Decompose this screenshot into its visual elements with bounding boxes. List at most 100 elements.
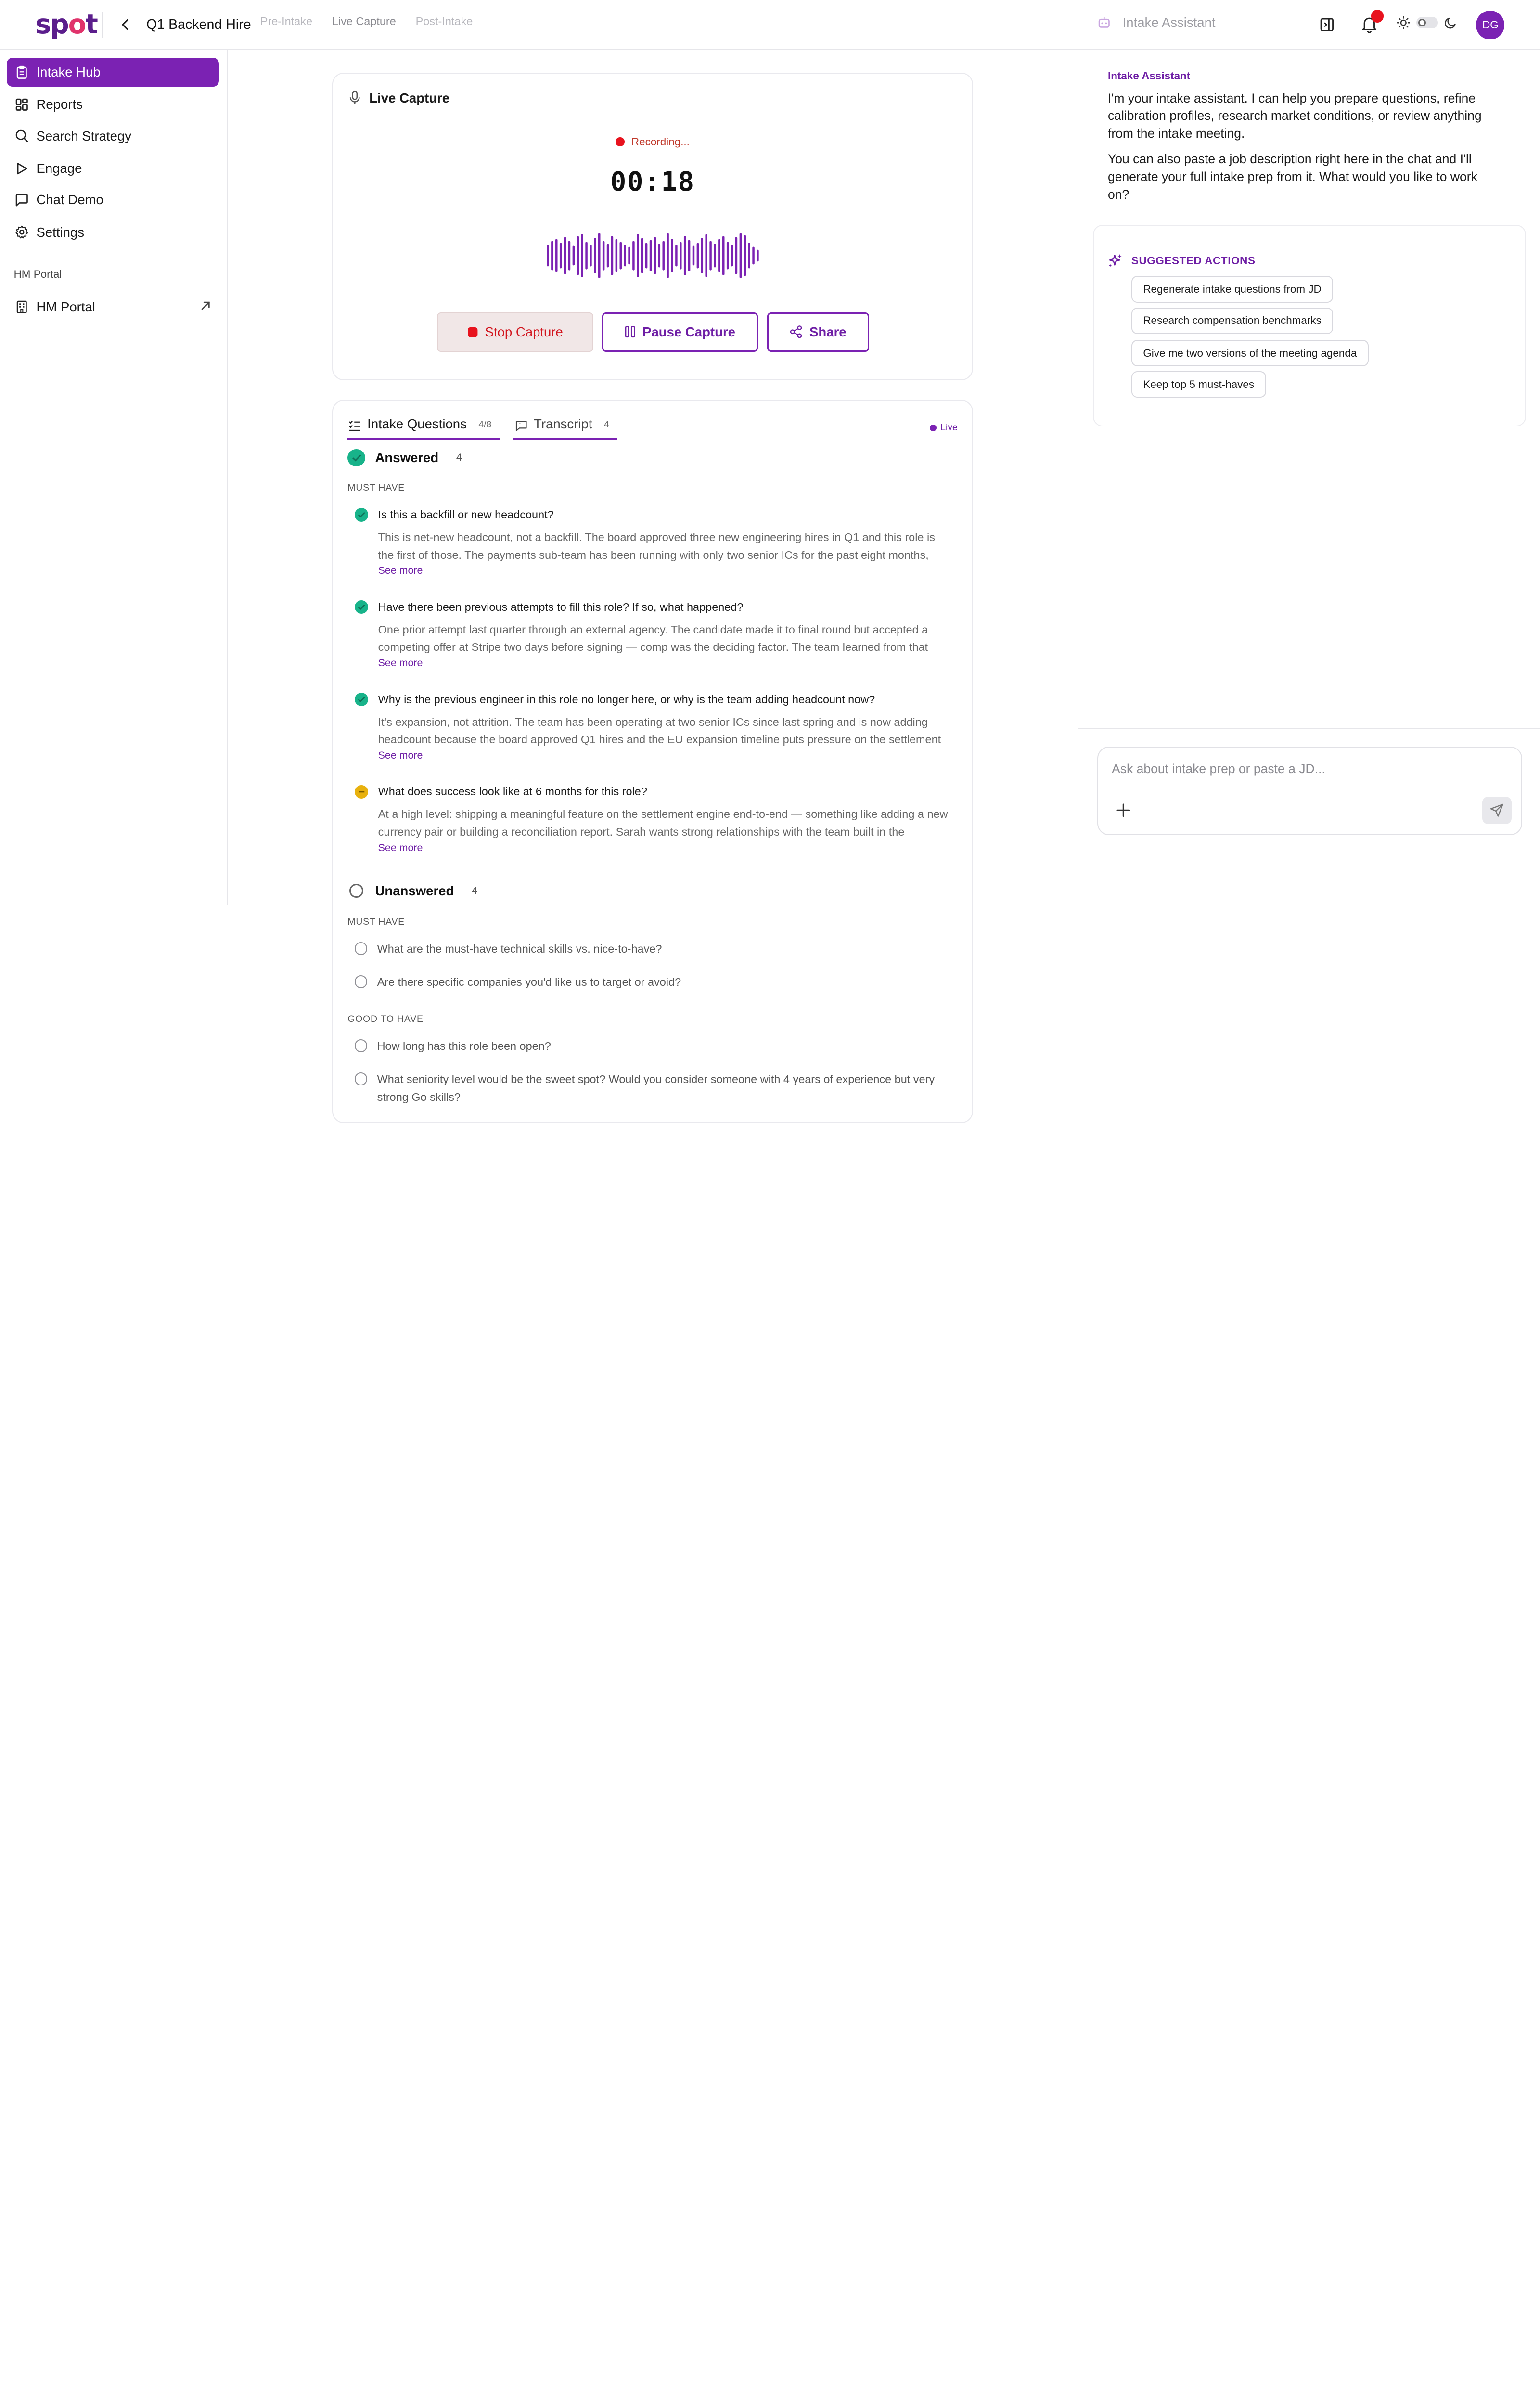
question-text: Have there been previous attempts to fil… <box>378 600 744 613</box>
assistant-message-author: Intake Assistant <box>1107 69 1191 82</box>
question-row[interactable]: What does success look like at 6 months … <box>354 783 949 801</box>
step-pre-intake[interactable]: Pre-Intake <box>260 15 312 28</box>
send-button[interactable] <box>1482 797 1512 825</box>
sidebar-item-search-strategy[interactable]: Search Strategy <box>7 122 219 150</box>
recording-dot-icon <box>616 137 625 146</box>
sidebar-item-chat-demo[interactable]: Chat Demo <box>7 186 219 214</box>
theme-switch-knob <box>1418 18 1426 27</box>
waveform-bar <box>726 241 729 270</box>
step-post-intake[interactable]: Post-Intake <box>416 15 473 28</box>
sidebar-item-engage[interactable]: Engage <box>7 154 219 182</box>
waveform-bar <box>752 246 755 264</box>
question-row[interactable]: Are there specific companies you'd like … <box>354 973 949 991</box>
gear-icon <box>15 226 28 239</box>
waveform-bar <box>551 240 553 271</box>
waveform-bar <box>564 236 566 274</box>
see-more-link[interactable]: See more <box>378 565 949 577</box>
sidebar-item-settings[interactable]: Settings <box>7 218 219 246</box>
waveform-bar <box>735 236 737 274</box>
notification-badge <box>1371 10 1384 23</box>
theme-switch[interactable] <box>1416 16 1438 29</box>
question-text: Are there specific companies you'd like … <box>377 976 681 989</box>
question-item: Are there specific companies you'd like … <box>354 973 949 991</box>
capture-timer: 00:18 <box>610 166 695 197</box>
question-text: How long has this role been open? <box>377 1040 551 1053</box>
answer-text: At a high level: shipping a meaningful f… <box>378 808 948 839</box>
clipboard-icon <box>16 65 27 79</box>
see-more-link[interactable]: See more <box>378 842 949 854</box>
tab-transcript[interactable]: " Transcript 4 <box>513 416 617 440</box>
question-item: Have there been previous attempts to fil… <box>354 598 949 669</box>
partial-minus-icon <box>354 785 369 799</box>
recording-status-label: Recording... <box>631 135 690 148</box>
svg-text:": " <box>519 423 521 428</box>
sidebar-item-label: HM Portal <box>36 299 95 314</box>
live-capture-title: Live Capture <box>369 90 450 105</box>
sidebar-item-label: Settings <box>36 224 85 240</box>
waveform-bar <box>628 246 630 264</box>
question-text: What are the must-have technical skills … <box>377 942 662 955</box>
toggle-panel-button[interactable] <box>1316 14 1338 36</box>
answered-check-icon <box>354 600 369 614</box>
chat-input-box <box>1097 747 1523 835</box>
waveform-bar <box>688 239 690 271</box>
waveform-bar <box>675 245 678 266</box>
question-row[interactable]: How long has this role been open? <box>354 1037 949 1055</box>
sidebar: Intake Hub Reports Search Strategy Engag… <box>0 50 228 905</box>
spot-logo[interactable]: spot <box>35 9 98 39</box>
waveform-bar <box>577 235 579 275</box>
question-text: Is this a backfill or new headcount? <box>378 508 554 521</box>
waveform-bar <box>658 244 660 268</box>
waveform-bar <box>692 245 694 265</box>
waveform-bar <box>649 239 652 271</box>
stop-capture-button[interactable]: Stop Capture <box>437 312 593 352</box>
pause-capture-button[interactable]: Pause Capture <box>602 312 758 352</box>
attach-button[interactable] <box>1114 801 1133 820</box>
unanswered-group-header[interactable]: Unanswered 4 <box>347 883 477 899</box>
waveform-bar <box>670 238 673 272</box>
question-row[interactable]: Have there been previous attempts to fil… <box>354 598 949 616</box>
question-row[interactable]: Is this a backfill or new headcount? <box>354 506 949 524</box>
share-icon <box>790 325 802 338</box>
sidebar-item-intake-hub[interactable]: Intake Hub <box>7 58 219 87</box>
user-avatar[interactable]: DG <box>1476 11 1505 39</box>
waveform-bar <box>568 240 570 271</box>
transcript-icon: " <box>516 421 527 431</box>
intake-questions-card: Intake Questions 4/8 " Transcript 4 Live… <box>332 400 974 1123</box>
tab-intake-questions-count: 4/8 <box>478 419 492 430</box>
question-item: How long has this role been open? <box>354 1037 949 1055</box>
share-button[interactable]: Share <box>767 312 870 352</box>
waveform-bar <box>606 244 609 268</box>
share-label: Share <box>809 324 847 339</box>
suggestion-chip[interactable]: Research compensation benchmarks <box>1131 307 1334 334</box>
chat-input[interactable] <box>1112 759 1505 779</box>
tab-intake-questions[interactable]: Intake Questions 4/8 <box>346 416 500 440</box>
tab-transcript-count: 4 <box>603 419 609 430</box>
step-live-capture[interactable]: Live Capture <box>332 15 396 28</box>
stop-icon <box>467 327 478 337</box>
waveform-bar <box>683 235 686 275</box>
answered-group-header[interactable]: Answered 4 <box>347 449 462 467</box>
theme-toggle <box>1397 16 1457 30</box>
waveform-bar <box>739 232 742 278</box>
sidebar-item-hm-portal[interactable]: HM Portal <box>7 293 219 321</box>
see-more-link[interactable]: See more <box>378 657 949 669</box>
suggestion-chip[interactable]: Give me two versions of the meeting agen… <box>1131 340 1369 367</box>
assistant-divider <box>1078 728 1540 729</box>
assistant-message: I'm your intake assistant. I can help yo… <box>1108 90 1486 211</box>
search-icon <box>15 130 28 142</box>
question-row[interactable]: What are the must-have technical skills … <box>354 940 949 958</box>
waveform-bar <box>731 245 733 266</box>
chat-icon <box>15 194 28 207</box>
suggestion-chip[interactable]: Regenerate intake questions from JD <box>1131 276 1334 303</box>
unanswered-circle-icon <box>354 1039 368 1052</box>
question-row[interactable]: What seniority level would be the sweet … <box>354 1071 949 1106</box>
suggestion-chip[interactable]: Keep top 5 must-haves <box>1131 371 1266 398</box>
waveform-bar <box>654 236 656 274</box>
question-row[interactable]: Why is the previous engineer in this rol… <box>354 691 949 709</box>
sidebar-item-reports[interactable]: Reports <box>7 90 219 119</box>
question-tabs: Intake Questions 4/8 " Transcript 4 <box>346 416 617 440</box>
see-more-link[interactable]: See more <box>378 749 949 762</box>
back-button[interactable] <box>116 14 136 36</box>
waveform-bar <box>555 238 558 272</box>
